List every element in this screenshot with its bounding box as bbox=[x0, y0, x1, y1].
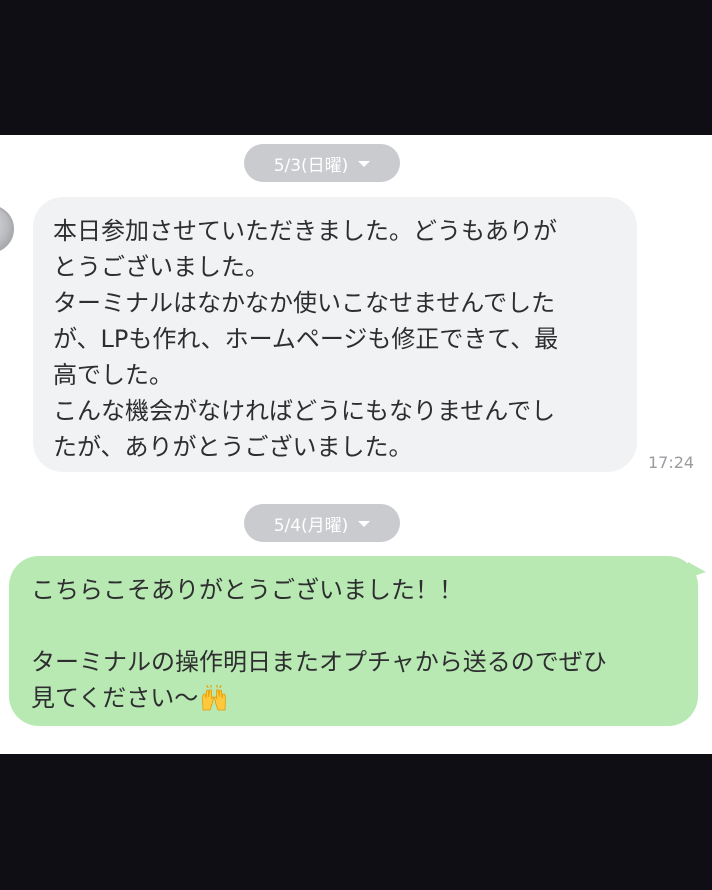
message-line: とうございました。 bbox=[53, 253, 269, 281]
date-pill-2[interactable]: 5/4(月曜) bbox=[244, 504, 400, 542]
message-line: 高でした。 bbox=[53, 361, 173, 389]
chat-area[interactable]: 5/3(日曜) 本日参加させていただきました。どうもありが とうございました。 … bbox=[0, 135, 712, 754]
message-line: たが、ありがとうございました。 bbox=[53, 433, 413, 461]
bottom-black-bar bbox=[0, 754, 712, 890]
message-line: ターミナルの操作明日またオプチャから送るのでぜひ bbox=[31, 648, 607, 676]
message-line: 本日参加させていただきました。どうもありが bbox=[53, 217, 557, 245]
message-line: こちらこそありがとうございました！！ bbox=[31, 576, 463, 604]
message-timestamp: 17:24 bbox=[648, 453, 695, 472]
outgoing-message-bubble[interactable]: こちらこそありがとうございました！！ ターミナルの操作明日またオプチャから送るの… bbox=[9, 556, 698, 726]
message-line-with-emoji: 見てください〜 bbox=[31, 680, 676, 716]
message-line: こんな機会がなければどうにもなりませんでし bbox=[53, 397, 556, 425]
date-pill-1[interactable]: 5/3(日曜) bbox=[244, 144, 400, 182]
top-black-bar bbox=[0, 0, 712, 135]
message-line: が、LPも作れ、ホームページも修正できて、最 bbox=[53, 325, 559, 353]
caret-down-icon bbox=[358, 521, 371, 527]
date-pill-label: 5/3(日曜) bbox=[273, 155, 349, 176]
avatar[interactable] bbox=[0, 205, 14, 253]
date-pill-label: 5/4(月曜) bbox=[273, 515, 349, 536]
caret-down-icon bbox=[358, 161, 371, 167]
incoming-message-bubble[interactable]: 本日参加させていただきました。どうもありが とうございました。 ターミナルはなか… bbox=[33, 197, 637, 472]
message-line bbox=[31, 608, 676, 644]
message-line: ターミナルはなかなか使いこなせませんでした bbox=[53, 289, 556, 317]
message-text: 見てください〜 bbox=[31, 684, 199, 712]
raising-hands-icon bbox=[202, 685, 227, 711]
